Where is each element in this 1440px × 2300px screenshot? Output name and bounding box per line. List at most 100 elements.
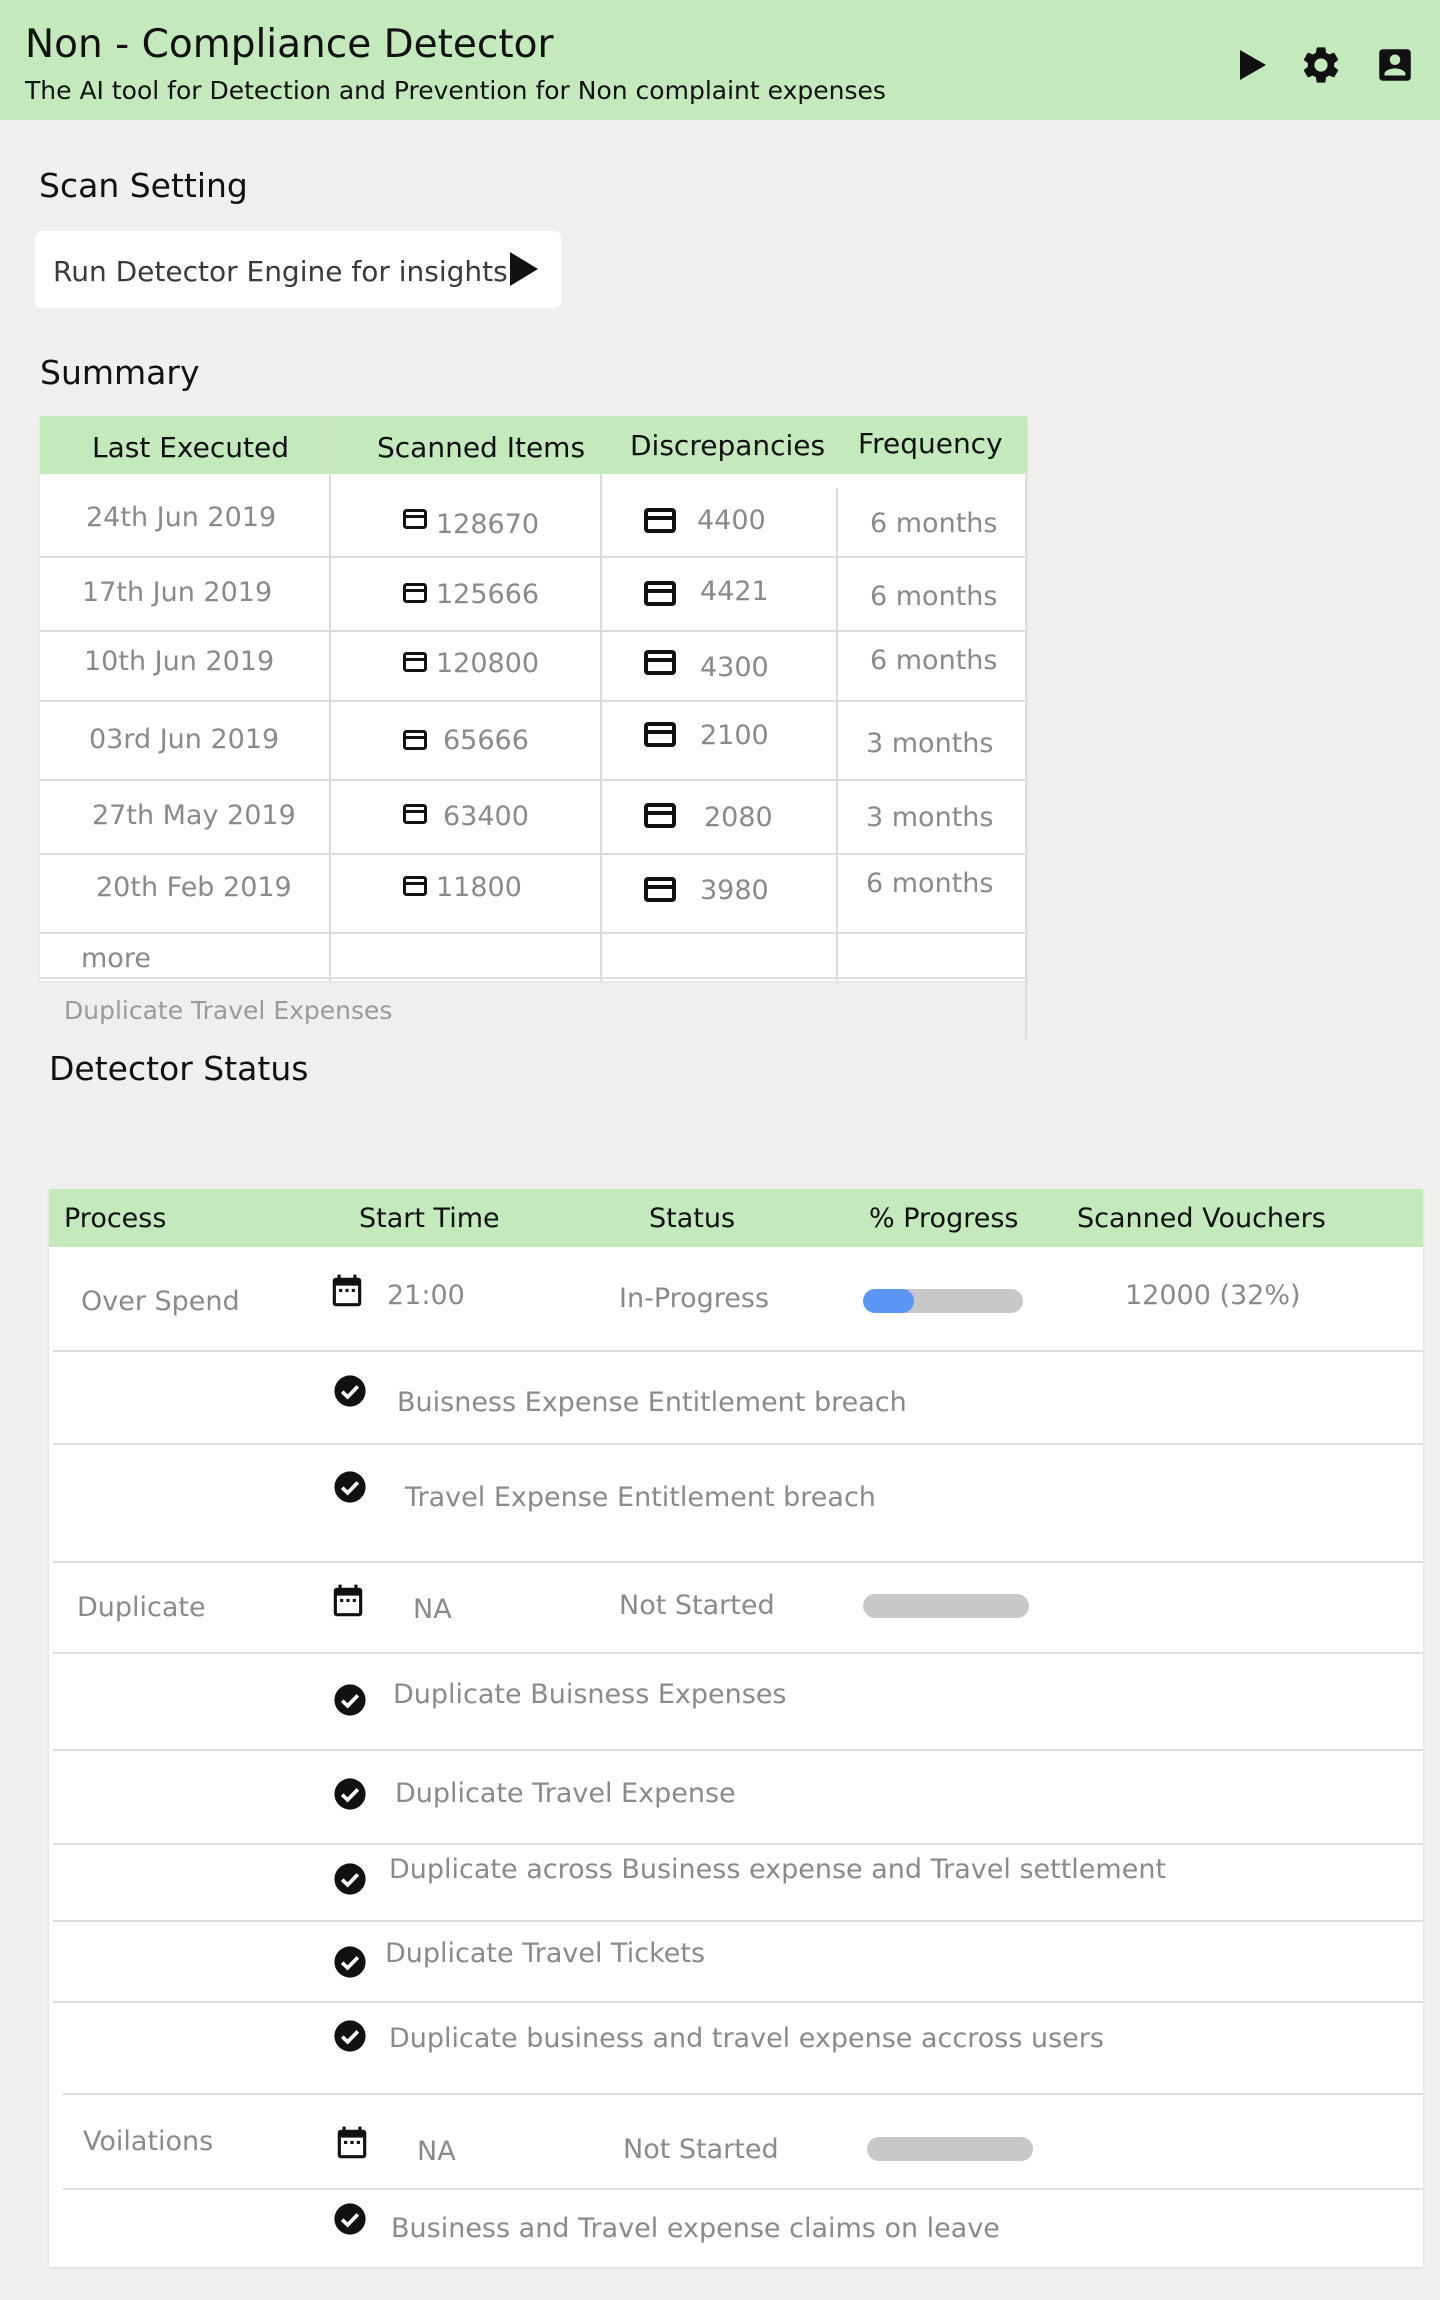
divider [53, 1920, 1423, 1922]
table-cell-discrepancies: 3980 [700, 875, 769, 906]
table-cell-date: 10th Jun 2019 [84, 646, 275, 677]
credit-card-icon [644, 722, 676, 747]
table-cell-frequency: 3 months [866, 802, 994, 833]
divider [1025, 474, 1027, 1039]
credit-card-icon [403, 509, 427, 529]
table-cell-discrepancies: 4300 [700, 652, 769, 683]
divider [53, 1652, 1423, 1654]
divider [53, 2001, 1423, 2003]
credit-card-icon [644, 803, 676, 828]
progress-bar [867, 2137, 1033, 2161]
check-circle-icon [334, 1946, 366, 1978]
divider [40, 932, 1027, 934]
credit-card-icon [403, 652, 427, 672]
check-circle-icon [334, 1863, 366, 1895]
play-icon[interactable] [507, 249, 541, 293]
col-progress: % Progress [869, 1203, 1019, 1234]
calendar-icon[interactable] [333, 2123, 371, 2165]
check-circle-icon [334, 1778, 366, 1810]
table-cell-frequency: 6 months [870, 581, 998, 612]
table-cell-frequency: 3 months [866, 728, 994, 759]
check-label: Duplicate across Business expense and Tr… [389, 1854, 1167, 1885]
divider [600, 474, 602, 981]
table-cell-frequency: 6 months [870, 508, 998, 539]
summary-title: Summary [40, 353, 200, 392]
credit-card-icon [403, 876, 427, 896]
check-label: Duplicate Travel Expense [395, 1778, 736, 1809]
table-cell-date: 20th Feb 2019 [96, 872, 292, 903]
divider [40, 853, 1027, 855]
credit-card-icon [644, 508, 676, 533]
divider [40, 700, 1027, 702]
table-cell-date: 03rd Jun 2019 [89, 724, 280, 755]
divider [53, 1843, 1423, 1845]
table-cell-date: 27th May 2019 [92, 800, 296, 831]
run-detector-button[interactable]: Run Detector Engine for insights [35, 231, 561, 308]
summary-caption: Duplicate Travel Expenses [64, 996, 393, 1025]
table-cell-date: 24th Jun 2019 [86, 502, 277, 533]
table-cell-scanned: 128670 [436, 509, 540, 540]
table-cell-scanned: 65666 [443, 725, 529, 756]
credit-card-icon [403, 804, 427, 824]
check-circle-icon [334, 1471, 366, 1503]
check-circle-icon [334, 2203, 366, 2235]
col-frequency: Frequency [858, 427, 1003, 460]
table-cell-discrepancies: 2080 [704, 802, 773, 833]
app-title: Non - Compliance Detector [25, 22, 554, 67]
check-label: Business and Travel expense claims on le… [391, 2213, 1000, 2244]
scan-setting-title: Scan Setting [39, 166, 248, 205]
table-cell-date: 17th Jun 2019 [82, 577, 273, 608]
app-subtitle: The AI tool for Detection and Prevention… [25, 76, 886, 105]
check-label: Duplicate Buisness Expenses [393, 1679, 787, 1710]
process-name: Voilations [83, 2126, 214, 2157]
run-detector-label: Run Detector Engine for insights [53, 255, 508, 288]
divider [40, 556, 1027, 558]
calendar-icon[interactable] [329, 1581, 367, 1623]
account-box-icon[interactable] [1370, 40, 1420, 90]
credit-card-icon [644, 877, 676, 902]
divider [53, 1561, 1423, 1563]
play-icon[interactable] [1228, 40, 1278, 90]
status-text: In-Progress [619, 1283, 770, 1314]
col-last-executed: Last Executed [92, 431, 289, 464]
check-circle-icon [334, 1684, 366, 1716]
table-cell-frequency: 6 months [866, 868, 994, 899]
more-link[interactable]: more [81, 943, 151, 974]
divider [40, 779, 1027, 781]
table-cell-scanned: 125666 [436, 579, 540, 610]
detector-status-title: Detector Status [49, 1049, 309, 1088]
table-cell-scanned: 11800 [436, 872, 522, 903]
progress-bar-fill [863, 1289, 915, 1313]
check-circle-icon [334, 2020, 366, 2052]
calendar-icon[interactable] [328, 1271, 366, 1313]
credit-card-icon [644, 650, 676, 675]
divider [53, 1443, 1423, 1445]
progress-bar [863, 1594, 1029, 1618]
divider [53, 1749, 1423, 1751]
table-cell-discrepancies: 4421 [700, 576, 769, 607]
check-label: Duplicate business and travel expense ac… [389, 2023, 1104, 2054]
table-cell-frequency: 6 months [870, 645, 998, 676]
detector-status-table: Process Start Time Status % Progress Sca… [49, 1189, 1423, 2267]
table-cell-scanned: 120800 [436, 648, 540, 679]
start-time: NA [413, 1594, 452, 1625]
status-text: Not Started [623, 2134, 779, 2165]
check-circle-icon [334, 1375, 366, 1407]
divider [63, 2188, 1423, 2190]
progress-bar [863, 1289, 1023, 1313]
check-label: Duplicate Travel Tickets [385, 1938, 706, 1969]
credit-card-icon [403, 583, 427, 603]
col-scanned-items: Scanned Items [377, 431, 586, 464]
divider [63, 2093, 1423, 2095]
col-start-time: Start Time [359, 1203, 500, 1234]
col-status: Status [649, 1203, 736, 1234]
process-name: Over Spend [81, 1286, 240, 1317]
table-cell-scanned: 63400 [443, 801, 529, 832]
check-label: Buisness Expense Entitlement breach [397, 1387, 907, 1418]
col-process: Process [64, 1203, 167, 1234]
status-text: Not Started [619, 1590, 775, 1621]
gear-icon[interactable] [1296, 40, 1346, 90]
divider [329, 416, 331, 981]
start-time: 21:00 [387, 1280, 465, 1311]
col-discrepancies: Discrepancies [630, 429, 826, 462]
